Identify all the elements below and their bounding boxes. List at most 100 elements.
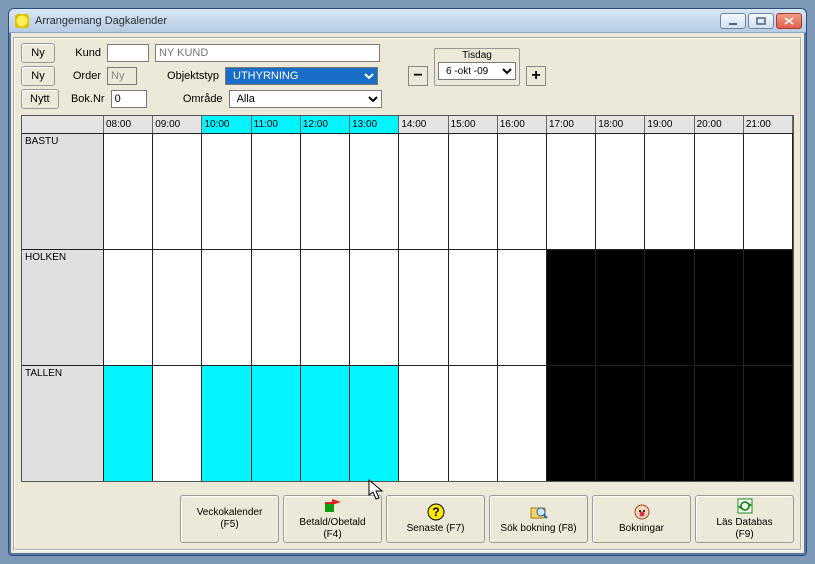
minus-icon: −: [413, 69, 422, 83]
calendar-cell[interactable]: [399, 134, 448, 249]
order-label: Order: [61, 70, 101, 82]
calendar-cell[interactable]: [645, 134, 694, 249]
calendar-cell[interactable]: [153, 134, 202, 249]
maximize-button[interactable]: [748, 13, 774, 29]
calendar-cell[interactable]: [498, 134, 547, 249]
calendar-cell[interactable]: [399, 366, 448, 481]
calendar-cell[interactable]: [645, 250, 694, 365]
calendar-grid: 08:0009:0010:0011:0012:0013:0014:0015:00…: [21, 115, 794, 482]
objektstyp-label: Objektstyp: [159, 70, 219, 82]
las-databas-button[interactable]: Läs Databas (F9): [695, 495, 794, 543]
betald-button[interactable]: Betald/Obetald (F4): [283, 495, 382, 543]
calendar-cell[interactable]: [695, 366, 744, 481]
ny-order-button[interactable]: Ny: [21, 66, 55, 86]
senaste-button[interactable]: ? Senaste (F7): [386, 495, 485, 543]
calendar-cell[interactable]: [350, 250, 399, 365]
calendar-cell[interactable]: [350, 366, 399, 481]
calendar-cell[interactable]: [350, 134, 399, 249]
folder-flag-icon: [324, 497, 342, 515]
calendar-cell[interactable]: [498, 250, 547, 365]
bokningar-button[interactable]: Bokningar: [592, 495, 691, 543]
omrade-select[interactable]: Alla: [229, 90, 382, 108]
date-select[interactable]: 6 -okt -09: [438, 62, 516, 80]
senaste-label: Senaste (F7): [407, 523, 465, 535]
time-header-cell: 19:00: [645, 116, 694, 133]
prev-day-button[interactable]: −: [408, 66, 428, 86]
calendar-cell[interactable]: [301, 366, 350, 481]
footer-toolbar: Veckokalender (F5) Betald/Obetald (F4) ?…: [21, 495, 794, 543]
time-header-cell: 16:00: [498, 116, 547, 133]
kund-id-input[interactable]: [107, 44, 149, 62]
calendar-cell[interactable]: [498, 366, 547, 481]
maximize-icon: [756, 17, 766, 25]
calendar-cell[interactable]: [202, 366, 251, 481]
boknr-input[interactable]: [111, 90, 147, 108]
resource-header-pad: [22, 116, 104, 133]
app-window: Arrangemang Dagkalender Ny Kund Ny Ord: [8, 8, 807, 556]
calendar-cell[interactable]: [153, 366, 202, 481]
next-day-button[interactable]: +: [526, 66, 546, 86]
calendar-cell[interactable]: [449, 134, 498, 249]
calendar-cell[interactable]: [301, 250, 350, 365]
calendar-cell[interactable]: [252, 366, 301, 481]
calendar-cell[interactable]: [104, 250, 153, 365]
day-name-label: Tisdag: [462, 50, 492, 61]
calendar-cell[interactable]: [744, 366, 793, 481]
calendar-cell[interactable]: [744, 250, 793, 365]
calendar-cell[interactable]: [596, 134, 645, 249]
minimize-button[interactable]: [720, 13, 746, 29]
calendar-cell[interactable]: [547, 250, 596, 365]
calendar-cell[interactable]: [596, 250, 645, 365]
titlebar: Arrangemang Dagkalender: [9, 9, 806, 33]
resource-label: BASTU: [22, 134, 104, 249]
time-header-cell: 17:00: [547, 116, 596, 133]
mascot-icon: [633, 503, 651, 521]
calendar-cell[interactable]: [399, 250, 448, 365]
time-header-cell: 20:00: [695, 116, 744, 133]
calendar-cell[interactable]: [252, 250, 301, 365]
calendar-cell[interactable]: [104, 366, 153, 481]
calendar-cell[interactable]: [645, 366, 694, 481]
sok-bokning-button[interactable]: Sök bokning (F8): [489, 495, 588, 543]
calendar-cell[interactable]: [449, 366, 498, 481]
calendar-cell[interactable]: [104, 134, 153, 249]
veckokalender-button[interactable]: Veckokalender (F5): [180, 495, 279, 543]
calendar-cell[interactable]: [202, 250, 251, 365]
question-icon: ?: [427, 503, 445, 521]
footer-spacer: [1, 495, 176, 543]
calendar-cell[interactable]: [547, 366, 596, 481]
app-icon: [15, 14, 29, 28]
resource-row: HOLKEN: [22, 249, 793, 365]
calendar-cell[interactable]: [695, 134, 744, 249]
calendar-cell[interactable]: [596, 366, 645, 481]
calendar-cell[interactable]: [547, 134, 596, 249]
time-header-cell: 11:00: [252, 116, 301, 133]
objektstyp-select[interactable]: UTHYRNING: [225, 67, 378, 85]
client-area: Ny Kund Ny Order Objektstyp UTHYRNING − …: [13, 37, 802, 551]
time-header-cell: 10:00: [202, 116, 251, 133]
order-input[interactable]: [107, 67, 137, 85]
nytt-button[interactable]: Nytt: [21, 89, 59, 109]
close-button[interactable]: [776, 13, 802, 29]
calendar-cell[interactable]: [153, 250, 202, 365]
omrade-label: Område: [163, 93, 223, 105]
svg-text:?: ?: [432, 505, 439, 519]
time-header-row: 08:0009:0010:0011:0012:0013:0014:0015:00…: [22, 116, 793, 133]
calendar-cell[interactable]: [449, 250, 498, 365]
kund-name-input[interactable]: [155, 44, 380, 62]
calendar-cell[interactable]: [202, 134, 251, 249]
calendar-cell[interactable]: [695, 250, 744, 365]
ny-kund-button[interactable]: Ny: [21, 43, 55, 63]
time-header-cell: 13:00: [350, 116, 399, 133]
calendar-cell[interactable]: [744, 134, 793, 249]
time-header-cell: 14:00: [399, 116, 448, 133]
calendar-cell[interactable]: [252, 134, 301, 249]
calendar-cell[interactable]: [301, 134, 350, 249]
time-header-cell: 18:00: [596, 116, 645, 133]
kund-label: Kund: [61, 47, 101, 59]
form-area: Ny Kund Ny Order Objektstyp UTHYRNING − …: [21, 43, 794, 109]
boknr-label: Bok.Nr: [65, 93, 105, 105]
betald-label: Betald/Obetald (F4): [299, 517, 365, 541]
sok-label: Sök bokning (F8): [500, 523, 576, 535]
resource-label: TALLEN: [22, 366, 104, 481]
